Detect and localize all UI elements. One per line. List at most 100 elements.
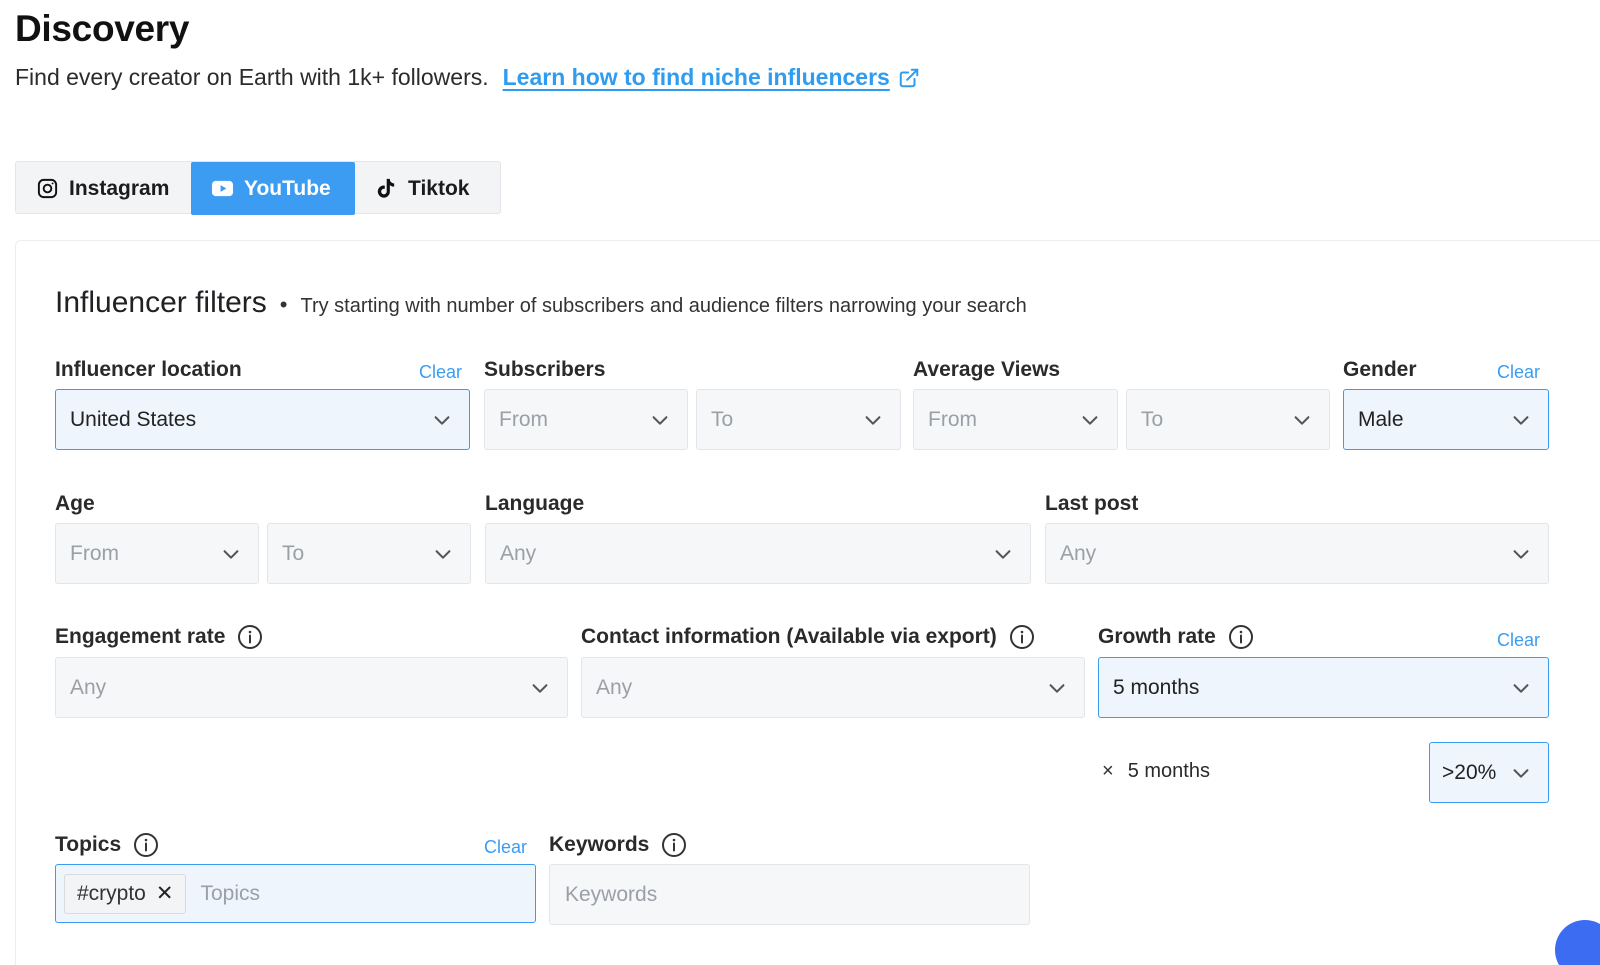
- contact-info-value: Any: [596, 675, 633, 699]
- tab-youtube-label: YouTube: [244, 176, 331, 200]
- language-select[interactable]: Any: [485, 523, 1031, 584]
- chevron-down-icon: [223, 549, 239, 559]
- growth-threshold-select[interactable]: >20%: [1429, 742, 1549, 803]
- chevron-down-icon: [1082, 415, 1098, 425]
- tab-instagram-label: Instagram: [69, 176, 170, 200]
- growth-rate-label-text: Growth rate: [1098, 625, 1216, 648]
- info-icon[interactable]: [237, 624, 263, 650]
- chevron-down-icon: [1294, 415, 1310, 425]
- last-post-value: Any: [1060, 541, 1097, 565]
- last-post-select[interactable]: Any: [1045, 523, 1549, 584]
- average-views-from-select[interactable]: From: [913, 389, 1118, 450]
- info-icon[interactable]: [133, 832, 159, 858]
- filters-panel: [15, 240, 1600, 965]
- growth-threshold-value: >20%: [1442, 760, 1497, 784]
- filters-heading: Influencer filters: [55, 286, 267, 319]
- chevron-down-icon: [865, 415, 881, 425]
- keywords-label-text: Keywords: [549, 833, 650, 856]
- remove-topic-button[interactable]: ✕: [156, 881, 174, 906]
- external-link-icon: [899, 68, 919, 87]
- chevron-down-icon: [1513, 415, 1529, 425]
- subscribers-to-select[interactable]: To: [696, 389, 901, 450]
- keywords-field[interactable]: [549, 864, 1030, 925]
- topic-tag: #crypto ✕: [64, 873, 187, 914]
- tab-instagram[interactable]: Instagram: [16, 162, 191, 215]
- topic-tag-label: #crypto: [77, 881, 146, 905]
- chevron-down-icon: [435, 549, 451, 559]
- page-subtitle: Find every creator on Earth with 1k+ fol…: [15, 64, 920, 91]
- engagement-rate-label: Engagement rate: [55, 624, 263, 650]
- chevron-down-icon: [1513, 768, 1529, 778]
- topics-input[interactable]: [200, 881, 472, 906]
- engagement-rate-select[interactable]: Any: [55, 657, 568, 718]
- engagement-rate-label-text: Engagement rate: [55, 625, 226, 648]
- remove-growth-period-button[interactable]: ×: [1102, 760, 1114, 783]
- chevron-down-icon: [532, 683, 548, 693]
- growth-rate-chip: × 5 months: [1102, 760, 1210, 783]
- chevron-down-icon: [652, 415, 668, 425]
- growth-rate-clear-button[interactable]: Clear: [1497, 630, 1540, 651]
- chevron-down-icon: [1513, 549, 1529, 559]
- language-value: Any: [500, 541, 537, 565]
- average-views-label: Average Views: [913, 358, 1060, 382]
- growth-rate-select[interactable]: 5 months: [1098, 657, 1549, 718]
- average-views-to-select[interactable]: To: [1126, 389, 1330, 450]
- growth-rate-value: 5 months: [1113, 675, 1200, 699]
- location-value: United States: [70, 407, 197, 431]
- age-label: Age: [55, 492, 95, 516]
- topics-label-text: Topics: [55, 833, 122, 856]
- keywords-input[interactable]: [565, 882, 836, 907]
- engagement-rate-value: Any: [70, 675, 107, 699]
- age-to-value: To: [282, 541, 305, 565]
- subtitle-text: Find every creator on Earth with 1k+ fol…: [15, 64, 489, 90]
- tab-tiktok-label: Tiktok: [408, 176, 470, 200]
- growth-period-label: 5 months: [1127, 760, 1210, 782]
- gender-label: Gender: [1343, 358, 1417, 382]
- chevron-down-icon: [1513, 683, 1529, 693]
- chevron-down-icon: [995, 549, 1011, 559]
- tiktok-icon: [377, 178, 395, 198]
- age-from-select[interactable]: From: [55, 523, 259, 584]
- age-from-value: From: [70, 541, 119, 565]
- contact-info-label: Contact information (Available via expor…: [581, 624, 1035, 650]
- subscribers-label: Subscribers: [484, 358, 605, 382]
- age-label-text: Age: [55, 492, 95, 515]
- language-label: Language: [485, 492, 584, 516]
- subscribers-from-select[interactable]: From: [484, 389, 688, 450]
- last-post-label-text: Last post: [1045, 492, 1139, 515]
- average-views-label-text: Average Views: [913, 358, 1061, 381]
- average-views-from-value: From: [928, 407, 977, 431]
- tab-youtube[interactable]: YouTube: [191, 162, 355, 215]
- subscribers-label-text: Subscribers: [484, 358, 606, 381]
- info-icon[interactable]: [1228, 624, 1254, 650]
- gender-label-text: Gender: [1343, 358, 1417, 381]
- platform-tabs: Instagram YouTube Tiktok: [15, 161, 501, 215]
- topics-field[interactable]: #crypto ✕: [55, 864, 536, 923]
- average-views-to-value: To: [1141, 407, 1164, 431]
- subscribers-to-value: To: [711, 407, 734, 431]
- gender-value: Male: [1358, 407, 1404, 431]
- keywords-label: Keywords: [549, 832, 687, 858]
- topics-clear-button[interactable]: Clear: [484, 837, 527, 858]
- contact-info-select[interactable]: Any: [581, 657, 1085, 718]
- filters-separator: •: [279, 292, 288, 317]
- gender-clear-button[interactable]: Clear: [1497, 362, 1540, 383]
- learn-niche-influencers-link[interactable]: Learn how to find niche influencers: [503, 64, 920, 91]
- tab-tiktok[interactable]: Tiktok: [355, 162, 500, 215]
- age-to-select[interactable]: To: [267, 523, 471, 584]
- location-select[interactable]: United States: [55, 389, 470, 450]
- chevron-down-icon: [434, 415, 450, 425]
- info-icon[interactable]: [661, 832, 687, 858]
- info-icon[interactable]: [1009, 624, 1035, 650]
- topics-label: Topics: [55, 832, 159, 858]
- gender-select[interactable]: Male: [1343, 389, 1549, 450]
- location-clear-button[interactable]: Clear: [419, 362, 462, 383]
- learn-link-label: Learn how to find niche influencers: [502, 64, 890, 90]
- location-label-text: Influencer location: [55, 358, 242, 381]
- page-title: Discovery: [15, 8, 190, 49]
- growth-rate-label: Growth rate: [1098, 624, 1254, 650]
- filters-hint: Try starting with number of subscribers …: [300, 295, 1027, 317]
- chevron-down-icon: [1049, 683, 1065, 693]
- language-label-text: Language: [485, 492, 585, 515]
- subscribers-from-value: From: [499, 407, 548, 431]
